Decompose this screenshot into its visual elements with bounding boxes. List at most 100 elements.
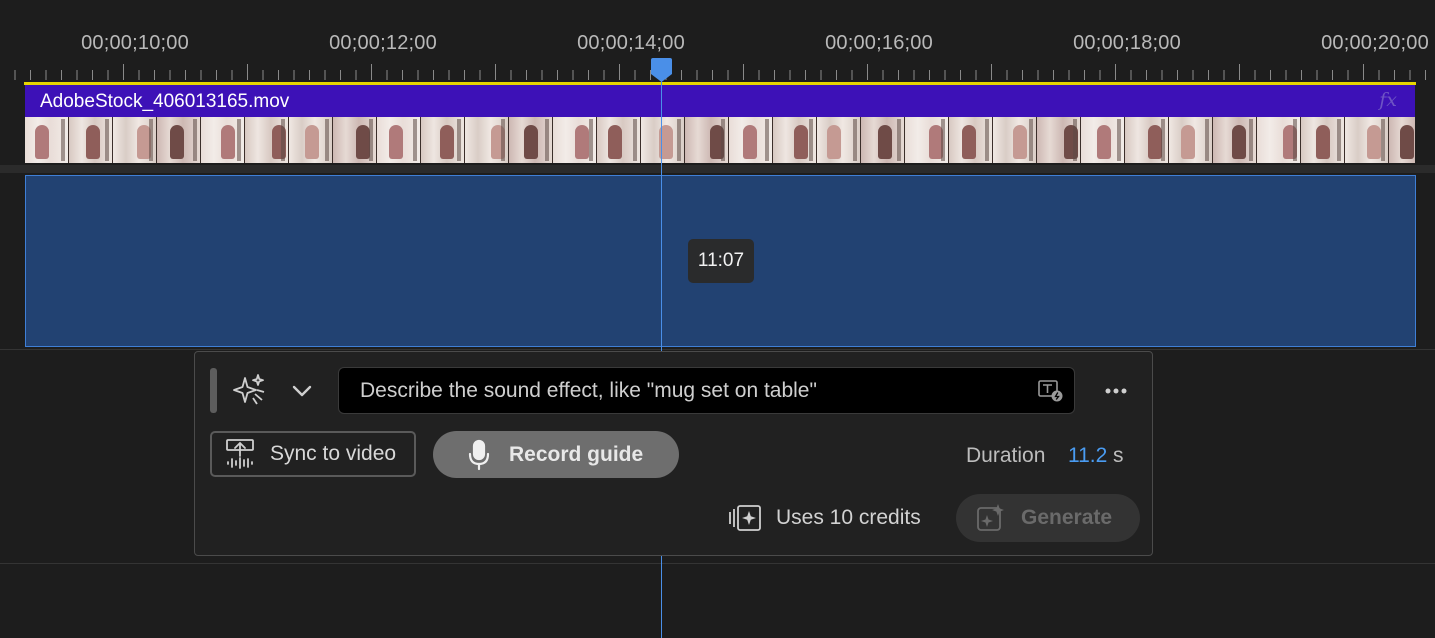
- playhead-marker-icon[interactable]: [651, 58, 672, 82]
- thumbnail-figure: [389, 125, 403, 159]
- track-divider: [0, 563, 1435, 564]
- chevron-down-icon[interactable]: [291, 380, 313, 402]
- thumbnail-detail: [633, 119, 637, 161]
- clip-thumbnail: [1169, 117, 1213, 163]
- clip-thumbnail: [905, 117, 949, 163]
- thumbnail-detail: [1249, 119, 1253, 161]
- clip-thumbnail: [201, 117, 245, 163]
- thumbnail-figure: [794, 125, 808, 159]
- record-guide-button[interactable]: Record guide: [433, 431, 679, 478]
- thumbnail-figure: [221, 125, 235, 159]
- clip-thumbnail: [773, 117, 817, 163]
- thumbnail-figure: [356, 125, 370, 159]
- thumbnail-figure: [827, 125, 841, 159]
- duration-unit: s: [1113, 444, 1124, 467]
- thumbnail-figure: [1181, 125, 1195, 159]
- clip-thumbnail: [509, 117, 553, 163]
- thumbnail-detail: [105, 119, 109, 161]
- clip-thumbnail: [25, 117, 69, 163]
- more-options-icon[interactable]: [1102, 380, 1130, 402]
- thumbnail-figure: [1367, 125, 1381, 159]
- ruler-timecode-label: 00;00;10;00: [81, 32, 189, 54]
- sound-description-input[interactable]: [339, 368, 1050, 413]
- thumbnail-detail: [1029, 119, 1033, 161]
- thumbnail-figure: [1097, 125, 1111, 159]
- thumbnail-detail: [1073, 119, 1077, 161]
- thumbnail-figure: [1013, 125, 1027, 159]
- clip-thumbnail: [1081, 117, 1125, 163]
- timeline-ruler[interactable]: 00;00;10;00 00;00;12;00 00;00;14;00 00;0…: [0, 0, 1435, 82]
- generate-button[interactable]: Generate: [956, 494, 1140, 542]
- ruler-timecode-label: 00;00;20;00: [1321, 32, 1429, 54]
- thumbnail-detail: [457, 119, 461, 161]
- clip-thumbnail: [1345, 117, 1389, 163]
- thumbnail-detail: [1117, 119, 1121, 161]
- thumbnail-figure: [1232, 125, 1246, 159]
- drag-handle[interactable]: [210, 368, 217, 413]
- thumbnail-figure: [524, 125, 538, 159]
- clip-thumbnail: [1037, 117, 1081, 163]
- thumbnail-detail: [1161, 119, 1165, 161]
- clip-thumbnail: [377, 117, 421, 163]
- duration-tooltip: 11:07: [688, 239, 754, 283]
- clip-thumbnail: [1213, 117, 1257, 163]
- clip-thumbnail: [245, 117, 289, 163]
- thumbnail-detail: [413, 119, 417, 161]
- clip-thumbnail: [553, 117, 597, 163]
- thumbnail-detail: [1337, 119, 1341, 161]
- clip-name: AdobeStock_406013165.mov: [40, 91, 290, 112]
- thumbnail-detail: [897, 119, 901, 161]
- thumbnail-figure: [1400, 125, 1414, 159]
- clip-thumbnail: [729, 117, 773, 163]
- ruler-timecode-label: 00;00;14;00: [577, 32, 685, 54]
- sync-to-video-label: Sync to video: [270, 442, 397, 465]
- thumbnail-figure: [743, 125, 757, 159]
- thumbnail-figure: [1148, 125, 1162, 159]
- duration-label: Duration: [966, 444, 1046, 467]
- clip-thumbnail: [465, 117, 509, 163]
- thumbnail-figure: [440, 125, 454, 159]
- video-clip[interactable]: AdobeStock_406013165.mov fx: [25, 85, 1415, 163]
- clip-thumbnail: [113, 117, 157, 163]
- sparkle-icon[interactable]: [231, 372, 267, 408]
- thumbnail-detail: [765, 119, 769, 161]
- thumbnail-detail: [985, 119, 989, 161]
- sync-to-video-button[interactable]: Sync to video: [210, 431, 416, 477]
- thumbnail-detail: [1381, 119, 1385, 161]
- thumbnail-detail: [281, 119, 285, 161]
- thumbnail-detail: [677, 119, 681, 161]
- sync-waveform-icon: [226, 439, 254, 469]
- duration-value[interactable]: 11.2: [1068, 444, 1107, 468]
- microphone-icon: [468, 439, 490, 470]
- thumbnail-detail: [589, 119, 593, 161]
- thumbnail-detail: [1205, 119, 1209, 161]
- fx-badge[interactable]: fx: [1379, 89, 1397, 111]
- clip-thumbnail: [597, 117, 641, 163]
- clip-thumbnail: [641, 117, 685, 163]
- credits-label: Uses 10 credits: [776, 506, 921, 529]
- text-to-sound-icon[interactable]: [1038, 380, 1064, 402]
- thumbnail-detail: [1293, 119, 1297, 161]
- clip-thumbnail: [421, 117, 465, 163]
- thumbnail-figure: [962, 125, 976, 159]
- ruler-ticks: [14, 64, 1426, 80]
- clip-thumbnail: [1301, 117, 1345, 163]
- thumbnail-figure: [1316, 125, 1330, 159]
- thumbnail-detail: [941, 119, 945, 161]
- clip-thumbnails: [25, 117, 1415, 163]
- ruler-timecode-label: 00;00;12;00: [329, 32, 437, 54]
- thumbnail-figure: [878, 125, 892, 159]
- thumbnail-detail: [853, 119, 857, 161]
- ruler-timecode-label: 00;00;16;00: [825, 32, 933, 54]
- clip-thumbnail: [69, 117, 113, 163]
- thumbnail-detail: [193, 119, 197, 161]
- clip-thumbnail: [993, 117, 1037, 163]
- sound-description-field: [338, 367, 1075, 414]
- ruler-timecode-label: 00;00;18;00: [1073, 32, 1181, 54]
- thumbnail-figure: [86, 125, 100, 159]
- clip-thumbnail: [817, 117, 861, 163]
- generate-sparkle-icon: [977, 504, 1004, 531]
- track-divider: [0, 349, 1435, 350]
- thumbnail-detail: [237, 119, 241, 161]
- thumbnail-detail: [545, 119, 549, 161]
